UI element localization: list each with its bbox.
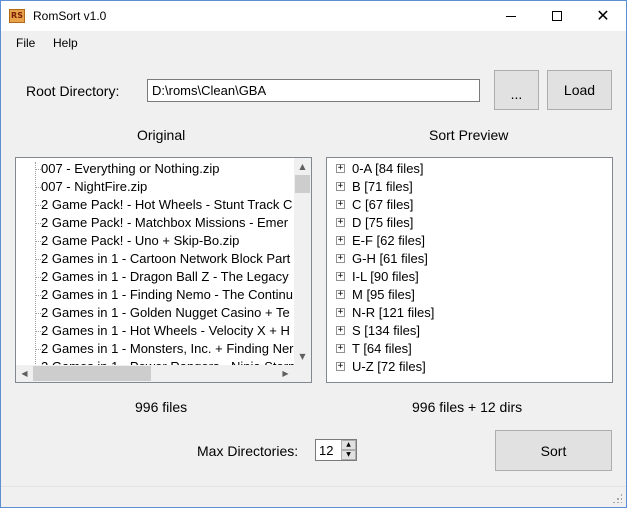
expand-plus-icon[interactable]: + [336, 200, 345, 209]
spin-up-icon[interactable]: ▲ [341, 440, 356, 450]
file-list-item[interactable]: 2 Games in 1 - Cartoon Network Block Par… [41, 250, 290, 268]
menu-bar: File Help [1, 32, 626, 54]
horizontal-scrollbar[interactable]: ◀ ▶ [16, 365, 294, 382]
tree-folder-item[interactable]: B [71 files] [352, 178, 413, 196]
sort-button[interactable]: Sort [495, 430, 612, 471]
tree-folder-item[interactable]: U-Z [72 files] [352, 358, 426, 376]
file-list-item[interactable]: 2 Games in 1 - Hot Wheels - Velocity X +… [41, 322, 290, 340]
file-list-item[interactable]: 2 Games in 1 - Dragon Ball Z - The Legac… [41, 268, 289, 286]
max-directories-label: Max Directories: [197, 443, 299, 459]
menu-help[interactable]: Help [53, 36, 78, 50]
load-button[interactable]: Load [547, 70, 612, 110]
file-list-item[interactable]: 007 - Everything or Nothing.zip [41, 160, 219, 178]
expand-plus-icon[interactable]: + [336, 308, 345, 317]
tree-folder-item[interactable]: D [75 files] [352, 214, 413, 232]
tree-folder-item[interactable]: C [67 files] [352, 196, 413, 214]
file-list-item[interactable]: 2 Games in 1 - Finding Nemo - The Contin… [41, 286, 293, 304]
root-directory-input[interactable]: D:\roms\Clean\GBA [147, 79, 480, 102]
tree-connector-line [35, 162, 36, 368]
preview-file-count: 996 files + 12 dirs [412, 399, 523, 415]
file-list-item[interactable]: 2 Game Pack! - Uno + Skip-Bo.zip [41, 232, 239, 250]
tree-folder-item[interactable]: S [134 files] [352, 322, 420, 340]
root-directory-label: Root Directory: [26, 83, 120, 99]
sort-preview-tree[interactable]: +0-A [84 files] + B [71 files] + C [67 files… [326, 157, 613, 383]
minimize-button[interactable] [488, 1, 534, 31]
app-icon: RS [9, 9, 25, 23]
original-file-count: 996 files [135, 399, 188, 415]
menu-file[interactable]: File [16, 36, 35, 50]
original-heading: Original [137, 127, 186, 143]
tree-folder-item[interactable]: N-R [121 files] [352, 304, 434, 322]
expand-plus-icon[interactable]: + [336, 344, 345, 353]
expand-plus-icon[interactable]: + [336, 182, 345, 191]
window-title: RomSort v1.0 [33, 9, 107, 23]
expand-plus-icon[interactable]: + [336, 164, 345, 173]
file-list-item[interactable]: 007 - NightFire.zip [41, 178, 147, 196]
expand-plus-icon[interactable]: + [336, 290, 345, 299]
expand-plus-icon[interactable]: + [336, 254, 345, 263]
maximize-button[interactable] [534, 1, 580, 31]
file-list-item[interactable]: 2 Game Pack! - Matchbox Missions - Emer [41, 214, 288, 232]
scroll-down-icon[interactable]: ▼ [294, 348, 311, 365]
expand-plus-icon[interactable]: + [336, 362, 345, 371]
expand-plus-icon[interactable]: + [336, 326, 345, 335]
close-icon: ✕ [596, 6, 610, 25]
tree-folder-item[interactable]: I-L [90 files] [352, 268, 419, 286]
scroll-right-icon[interactable]: ▶ [277, 365, 294, 382]
close-button[interactable]: ✕ [580, 1, 626, 31]
original-file-list[interactable]: 007 - Everything or Nothing.zip 007 - Nig… [15, 157, 312, 383]
title-bar[interactable]: RS RomSort v1.0 ✕ [1, 1, 626, 31]
horizontal-scroll-thumb[interactable] [33, 366, 151, 381]
scroll-left-icon[interactable]: ◀ [16, 365, 33, 382]
scroll-corner [294, 365, 311, 382]
minimize-icon [506, 15, 516, 17]
status-bar [1, 486, 626, 507]
resize-grip-icon[interactable] [612, 493, 622, 503]
file-list-item[interactable]: 2 Games in 1 - Monsters, Inc. + Finding … [41, 340, 294, 358]
app-window: RS RomSort v1.0 ✕ File Help Root Directo… [0, 0, 627, 508]
scroll-up-icon[interactable]: ▲ [294, 158, 311, 175]
tree-folder-item[interactable]: G-H [61 files] [352, 250, 428, 268]
tree-folder-item[interactable]: M [95 files] [352, 286, 415, 304]
spin-down-icon[interactable]: ▼ [341, 450, 356, 460]
max-directories-value[interactable]: 12 [319, 443, 333, 458]
maximize-icon [552, 11, 562, 21]
tree-folder-item[interactable]: T [64 files] [352, 340, 412, 358]
expand-plus-icon[interactable]: + [336, 218, 345, 227]
max-directories-spinner[interactable]: 12 ▲ ▼ [315, 439, 357, 461]
browse-button[interactable]: ... [494, 70, 539, 110]
file-list-item[interactable]: 2 Games in 1 - Golden Nugget Casino + Te [41, 304, 290, 322]
file-list-item[interactable]: 2 Game Pack! - Hot Wheels - Stunt Track … [41, 196, 292, 214]
vertical-scroll-thumb[interactable] [295, 175, 310, 193]
tree-folder-item[interactable]: 0-A [84 files] [352, 160, 424, 178]
sort-preview-heading: Sort Preview [429, 127, 509, 143]
tree-folder-item[interactable]: E-F [62 files] [352, 232, 425, 250]
expand-plus-icon[interactable]: + [336, 272, 345, 281]
vertical-scrollbar[interactable]: ▲ ▼ [294, 158, 311, 365]
expand-plus-icon[interactable]: + [336, 236, 345, 245]
